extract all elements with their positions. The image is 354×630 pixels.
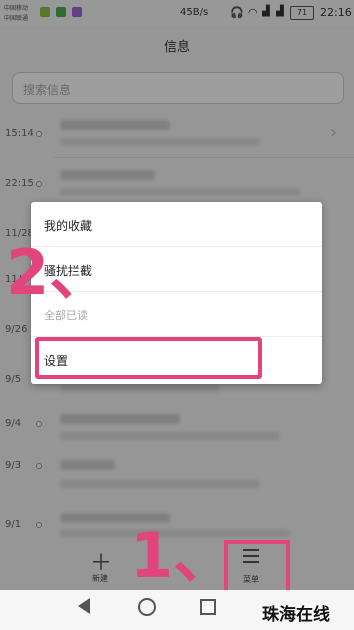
step-2-label: 2、	[6, 236, 112, 309]
recent-apps-icon[interactable]	[200, 599, 216, 615]
home-icon[interactable]	[138, 598, 156, 616]
back-icon[interactable]	[78, 598, 90, 614]
brand-watermark: 珠海在线	[262, 605, 330, 625]
step-1-label: 1、	[130, 519, 236, 592]
watermark-text: 点击编辑文字	[116, 308, 218, 328]
settings-highlight-box	[35, 337, 262, 379]
